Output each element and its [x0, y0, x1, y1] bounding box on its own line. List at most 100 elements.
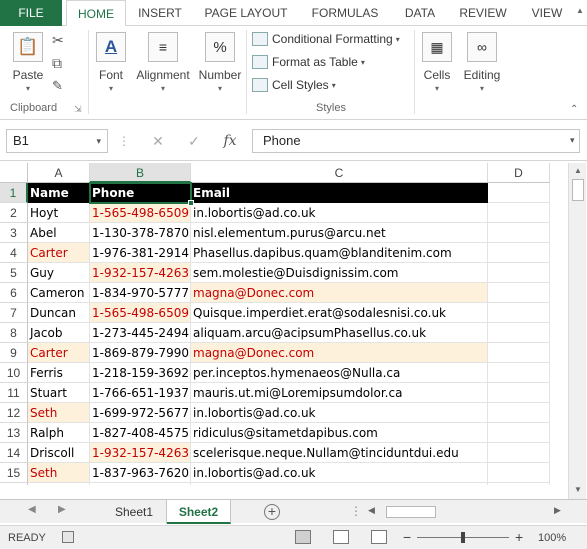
font-button[interactable]: A Font ▾	[92, 32, 130, 93]
cell-email[interactable]: magna@Donec.com	[191, 343, 488, 363]
vertical-scrollbar[interactable]: ▲ ▼	[568, 163, 586, 499]
copy-icon[interactable]: ⧉	[52, 55, 62, 72]
clipboard-launcher-icon[interactable]: ⇲	[74, 104, 82, 115]
header-phone[interactable]: Phone	[90, 183, 191, 203]
cell-empty[interactable]	[488, 223, 550, 243]
row-header-9[interactable]: 9	[0, 343, 28, 363]
conditional-formatting-button[interactable]: Conditional Formatting ▾	[252, 32, 400, 46]
tab-home[interactable]: HOME	[66, 0, 126, 27]
zoom-slider[interactable]: − +	[403, 530, 523, 546]
cell-email[interactable]: mauris.ut.mi@Loremipsumdolor.ca	[191, 383, 488, 403]
cut-icon[interactable]: ✂	[52, 32, 64, 49]
row-header-13[interactable]: 13	[0, 423, 28, 443]
cell-empty[interactable]	[90, 483, 191, 485]
cell-name[interactable]: Stuart	[28, 383, 90, 403]
cell-phone[interactable]: 1-218-159-3692	[90, 363, 191, 383]
row-header-1[interactable]: 1	[0, 183, 28, 203]
tab-view[interactable]: VIEW	[520, 0, 574, 26]
normal-view-icon[interactable]	[295, 530, 311, 544]
insert-function-icon[interactable]: fx	[216, 129, 244, 153]
paste-button[interactable]: 📋 Paste ▾	[8, 32, 48, 93]
cell-phone[interactable]: 1-976-381-2914	[90, 243, 191, 263]
cell-empty[interactable]	[488, 263, 550, 283]
scroll-tabs-up-icon[interactable]: ▲	[576, 6, 584, 15]
cell-name[interactable]: Carter	[28, 243, 90, 263]
cell-phone[interactable]: 1-130-378-7870	[90, 223, 191, 243]
cell-email[interactable]: scelerisque.neque.Nullam@tinciduntdui.ed…	[191, 443, 488, 463]
editing-button[interactable]: ∞ Editing ▾	[460, 32, 504, 93]
cell-empty[interactable]	[488, 403, 550, 423]
cell-empty[interactable]	[488, 443, 550, 463]
page-break-view-icon[interactable]	[371, 530, 387, 544]
cell-styles-button[interactable]: Cell Styles ▾	[252, 78, 336, 92]
cell-empty[interactable]	[488, 423, 550, 443]
cell-name[interactable]: Driscoll	[28, 443, 90, 463]
cell-phone[interactable]: 1-565-498-6509	[90, 203, 191, 223]
zoom-out-icon[interactable]: −	[403, 530, 411, 544]
cell-empty[interactable]	[488, 183, 550, 203]
sheet-prev-icon[interactable]: ◀	[28, 504, 36, 515]
cell-phone[interactable]: 1-837-963-7620	[90, 463, 191, 483]
cell-empty[interactable]	[488, 203, 550, 223]
tab-insert[interactable]: INSERT	[128, 0, 192, 26]
row-header-14[interactable]: 14	[0, 443, 28, 463]
tab-data[interactable]: DATA	[393, 0, 447, 26]
cancel-icon[interactable]: ✕	[146, 129, 170, 153]
scroll-right-icon[interactable]: ▶	[554, 505, 561, 516]
worksheet-grid[interactable]: A B C D 1 Name Phone Email 2 Hoyt 1-565-498-6509 in…	[0, 163, 587, 485]
cell-name[interactable]: Guy	[28, 263, 90, 283]
row-header-11[interactable]: 11	[0, 383, 28, 403]
row-header-16[interactable]: 16	[0, 483, 28, 485]
column-header-d[interactable]: D	[488, 163, 550, 183]
row-header-4[interactable]: 4	[0, 243, 28, 263]
cell-email[interactable]: in.lobortis@ad.co.uk	[191, 463, 488, 483]
cell-phone[interactable]: 1-869-879-7990	[90, 343, 191, 363]
cell-empty[interactable]	[488, 383, 550, 403]
collapse-ribbon-icon[interactable]: ⌃	[570, 104, 578, 115]
cell-name[interactable]: Seth	[28, 403, 90, 423]
cell-phone[interactable]: 1-827-408-4575	[90, 423, 191, 443]
add-sheet-icon[interactable]: +	[264, 504, 280, 520]
chevron-down-icon[interactable]: ▾	[96, 130, 101, 152]
cell-email[interactable]: per.inceptos.hymenaeos@Nulla.ca	[191, 363, 488, 383]
horizontal-scrollbar[interactable]: ◀ ▶	[366, 505, 566, 519]
format-as-table-button[interactable]: Format as Table ▾	[252, 55, 365, 69]
cell-empty[interactable]	[488, 323, 550, 343]
cell-name[interactable]: Carter	[28, 343, 90, 363]
cells-button[interactable]: ▦ Cells ▾	[418, 32, 456, 93]
cell-name[interactable]: Abel	[28, 223, 90, 243]
cell-email[interactable]: Quisque.imperdiet.erat@sodalesnisi.co.uk	[191, 303, 488, 323]
cell-name[interactable]: Duncan	[28, 303, 90, 323]
cell-name[interactable]: Hoyt	[28, 203, 90, 223]
cell-email[interactable]: Phasellus.dapibus.quam@blanditenim.com	[191, 243, 488, 263]
scroll-left-icon[interactable]: ◀	[368, 505, 375, 516]
cell-phone[interactable]: 1-834-970-5777	[90, 283, 191, 303]
formula-input[interactable]: Phone	[252, 129, 580, 153]
cell-name[interactable]: Jacob	[28, 323, 90, 343]
cell-phone[interactable]: 1-273-445-2494	[90, 323, 191, 343]
cell-empty[interactable]	[488, 303, 550, 323]
sheet-tab-sheet1[interactable]: Sheet1	[102, 500, 167, 524]
cell-phone[interactable]: 1-932-157-4263	[90, 443, 191, 463]
number-button[interactable]: % Number ▾	[196, 32, 244, 93]
cell-empty[interactable]	[488, 243, 550, 263]
zoom-in-icon[interactable]: +	[515, 530, 523, 544]
cell-name[interactable]: Ralph	[28, 423, 90, 443]
sheet-tab-sheet2[interactable]: Sheet2	[167, 500, 231, 524]
cell-phone[interactable]: 1-565-498-6509	[90, 303, 191, 323]
cell-empty[interactable]	[488, 463, 550, 483]
alignment-button[interactable]: ≡ Alignment ▾	[134, 32, 192, 93]
cell-name[interactable]: Ferris	[28, 363, 90, 383]
select-all-corner[interactable]	[0, 163, 28, 183]
vertical-scroll-thumb[interactable]	[572, 179, 584, 201]
expand-formula-bar-icon[interactable]: ▾	[570, 135, 575, 146]
column-header-b[interactable]: B	[90, 163, 191, 183]
row-header-5[interactable]: 5	[0, 263, 28, 283]
cell-phone[interactable]: 1-766-651-1937	[90, 383, 191, 403]
row-header-12[interactable]: 12	[0, 403, 28, 423]
row-header-3[interactable]: 3	[0, 223, 28, 243]
cell-phone[interactable]: 1-932-157-4263	[90, 263, 191, 283]
row-header-2[interactable]: 2	[0, 203, 28, 223]
scroll-down-icon[interactable]: ▼	[569, 483, 587, 497]
cell-email[interactable]: sem.molestie@Duisdignissim.com	[191, 263, 488, 283]
